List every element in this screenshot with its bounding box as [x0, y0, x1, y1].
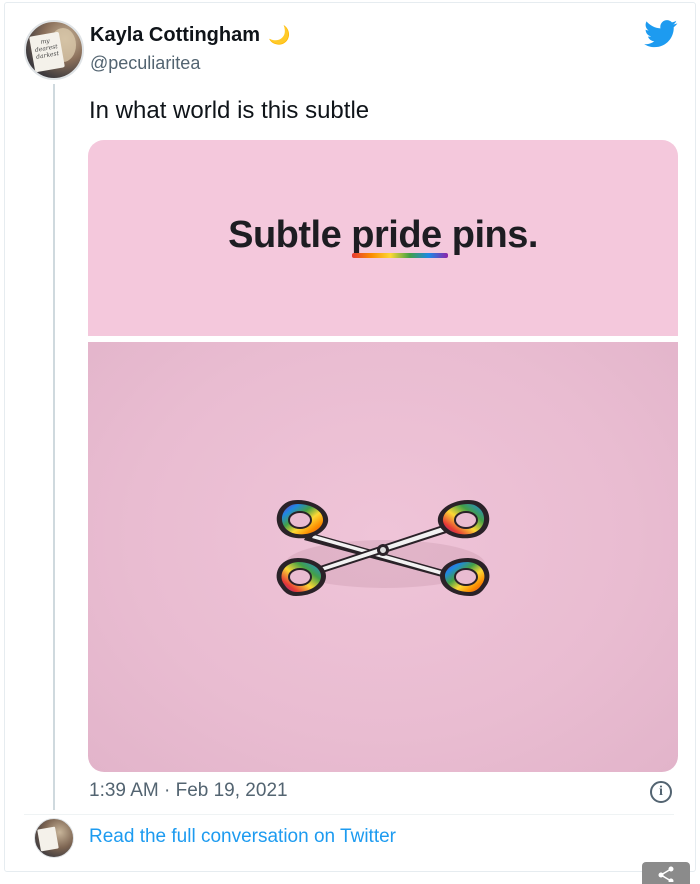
reply-avatar-sign	[37, 826, 59, 852]
tweet-timestamp[interactable]: 1:39 AM · Feb 19, 2021	[89, 780, 288, 802]
share-icon	[658, 866, 674, 882]
author-handle[interactable]: @peculiaritea	[90, 53, 200, 74]
rainbow-underline	[352, 253, 448, 258]
avatar-sign: my dearest darkest	[29, 31, 65, 73]
author-name[interactable]: Kayla Cottingham	[90, 24, 260, 47]
avatar[interactable]: my dearest darkest	[24, 20, 84, 80]
media-bottom-panel	[88, 342, 678, 772]
divider	[24, 814, 674, 815]
read-full-conversation-link[interactable]: Read the full conversation on Twitter	[89, 826, 396, 848]
media-headline: Subtle pride pins.	[228, 214, 538, 256]
share-button[interactable]	[642, 862, 690, 884]
tweet-text: In what world is this subtle	[89, 97, 370, 124]
author-name-row[interactable]: Kayla Cottingham 🌙	[90, 24, 290, 47]
thread-line	[53, 84, 55, 810]
moon-emoji: 🌙	[268, 24, 291, 46]
info-icon[interactable]: i	[650, 781, 672, 803]
scissors-pin-image	[276, 500, 490, 596]
media-top-panel: Subtle pride pins.	[88, 140, 678, 336]
reply-avatar	[34, 818, 74, 858]
twitter-bird-icon[interactable]	[644, 20, 678, 48]
tweet-media[interactable]: Subtle pride pins.	[88, 140, 678, 772]
